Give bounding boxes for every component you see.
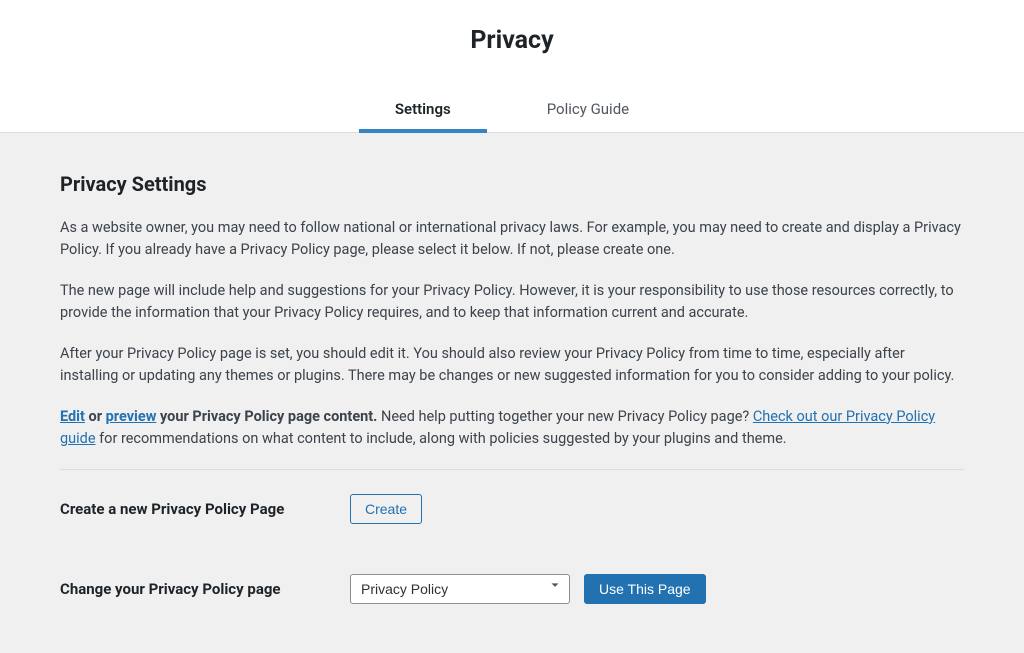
tab-settings[interactable]: Settings [387,90,459,133]
bold-rest-text: your Privacy Policy page content. [156,408,377,425]
preview-link[interactable]: preview [106,408,157,425]
page-title: Privacy [0,22,1024,60]
page-select[interactable]: Privacy Policy [350,574,570,604]
create-label: Create a new Privacy Policy Page [60,498,310,521]
intro-paragraph-2: The new page will include help and sugge… [60,280,964,325]
use-this-page-button[interactable]: Use This Page [584,574,706,604]
create-row: Create a new Privacy Policy Page Create [60,494,964,524]
change-row: Change your Privacy Policy page Privacy … [60,574,964,604]
section-title: Privacy Settings [60,169,964,199]
tab-policy-guide[interactable]: Policy Guide [539,90,637,133]
change-label: Change your Privacy Policy page [60,578,310,601]
rest-text: for recommendations on what content to i… [96,430,787,447]
edit-link[interactable]: Edit [60,408,85,425]
intro-paragraph-3: After your Privacy Policy page is set, y… [60,343,964,388]
help-text: Need help putting together your new Priv… [381,408,753,425]
or-text: or [85,408,106,425]
content-area: Privacy Settings As a website owner, you… [0,133,1024,653]
divider [60,469,964,470]
intro-paragraph-1: As a website owner, you may need to foll… [60,217,964,262]
create-button[interactable]: Create [350,494,422,524]
intro-paragraph-4: Edit or preview your Privacy Policy page… [60,406,964,451]
tabs-nav: Settings Policy Guide [0,90,1024,134]
